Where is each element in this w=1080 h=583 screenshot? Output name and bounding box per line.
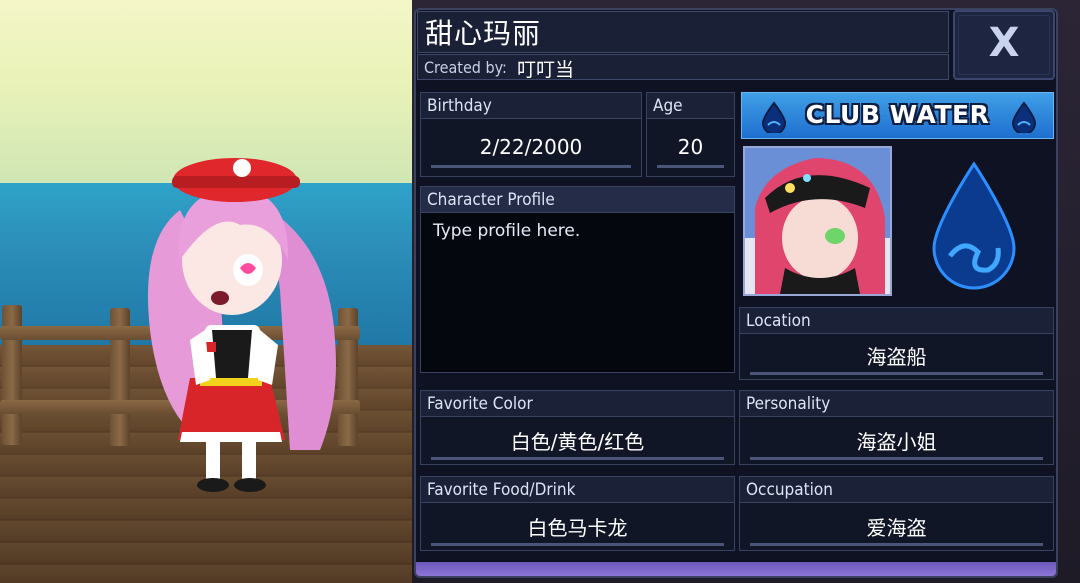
favorite-food-value: 白色马卡龙 xyxy=(527,516,628,540)
age-value: 20 xyxy=(677,135,704,159)
panel-bottom-accent xyxy=(416,562,1056,576)
occupation-value: 爱海盗 xyxy=(866,516,927,540)
water-drop-icon xyxy=(1011,101,1037,133)
club-name: CLUB WATER xyxy=(805,100,990,129)
favorite-color-value: 白色/黄色/红色 xyxy=(510,430,645,454)
location-field[interactable]: Location 海盗船 xyxy=(739,307,1054,380)
character-portrait[interactable] xyxy=(743,146,892,296)
profile-textarea[interactable]: Type profile here. xyxy=(433,221,580,241)
occupation-field[interactable]: Occupation 爱海盗 xyxy=(739,476,1054,551)
close-button[interactable]: X xyxy=(953,10,1055,80)
age-label: Age xyxy=(653,96,683,116)
close-icon: X xyxy=(988,20,1020,66)
occupation-label: Occupation xyxy=(746,480,833,500)
club-banner: CLUB WATER xyxy=(741,92,1054,139)
location-label: Location xyxy=(746,311,811,331)
personality-label: Personality xyxy=(746,394,831,414)
character-avatar[interactable] xyxy=(120,150,360,510)
character-profile-field[interactable]: Character Profile Type profile here. xyxy=(420,186,735,373)
creator-name: 叮叮当 xyxy=(517,59,575,81)
age-field[interactable]: Age 20 xyxy=(646,92,735,177)
scene-background xyxy=(0,0,412,583)
birthday-label: Birthday xyxy=(427,96,492,116)
character-name: 甜心玛丽 xyxy=(425,17,542,50)
birthday-field[interactable]: Birthday 2/22/2000 xyxy=(420,92,642,177)
club-water-emblem-icon xyxy=(932,161,1016,290)
birthday-value: 2/22/2000 xyxy=(479,135,583,159)
created-by-label: Created by: xyxy=(424,58,507,77)
favorite-color-field[interactable]: Favorite Color 白色/黄色/红色 xyxy=(420,390,735,465)
personality-value: 海盗小姐 xyxy=(856,430,937,454)
favorite-color-label: Favorite Color xyxy=(427,394,533,414)
favorite-food-field[interactable]: Favorite Food/Drink 白色马卡龙 xyxy=(420,476,735,551)
character-profile-label: Character Profile xyxy=(427,190,555,210)
location-value: 海盗船 xyxy=(866,345,927,369)
favorite-food-label: Favorite Food/Drink xyxy=(427,480,576,500)
personality-field[interactable]: Personality 海盗小姐 xyxy=(739,390,1054,465)
